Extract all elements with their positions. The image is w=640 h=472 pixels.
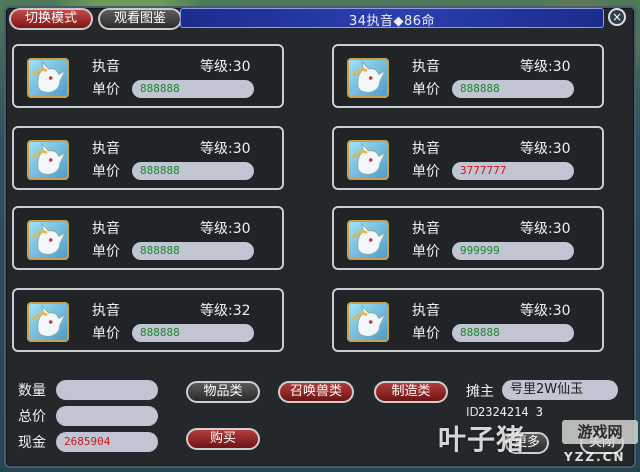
pet-slot[interactable]: 执音 等级:30 单价 888888 (12, 126, 284, 190)
unit-price-field: 888888 (132, 162, 254, 180)
unit-price-field: 888888 (132, 80, 254, 98)
white-fox-spirit-icon (27, 58, 69, 98)
pet-level: 等级:30 (200, 59, 251, 75)
unit-price-label: 单价 (412, 244, 440, 260)
white-fox-spirit-icon (27, 302, 69, 342)
pet-name: 执音 (412, 59, 440, 75)
tab-items[interactable]: 物品类 (186, 381, 260, 403)
unit-price-label: 单价 (92, 82, 120, 98)
unit-price-field: 888888 (452, 324, 574, 342)
more-button[interactable]: 更多 (505, 432, 549, 454)
switch-mode-button[interactable]: 切换模式 (9, 8, 93, 30)
white-fox-spirit-icon (347, 302, 389, 342)
pet-name: 执音 (412, 221, 440, 237)
pet-level: 等级:32 (200, 303, 251, 319)
view-gallery-button[interactable]: 观看图鉴 (98, 8, 182, 30)
white-fox-spirit-icon (27, 140, 69, 180)
unit-price-field: 3777777 (452, 162, 574, 180)
close-shop-button[interactable]: 关闭 (580, 432, 624, 454)
unit-price-label: 单价 (412, 326, 440, 342)
white-fox-spirit-icon (347, 140, 389, 180)
unit-price-field: 999999 (452, 242, 574, 260)
pet-slot[interactable]: 执音 等级:32 单价 888888 (12, 288, 284, 352)
unit-price-label: 单价 (92, 164, 120, 180)
tab-summon-beasts[interactable]: 召唤兽类 (278, 381, 354, 403)
cash-field: 2685904 (56, 432, 158, 452)
pet-name: 执音 (412, 303, 440, 319)
total-price-field (56, 406, 158, 426)
pet-slot[interactable]: 执音 等级:30 单价 888888 (332, 44, 604, 108)
pet-level: 等级:30 (200, 141, 251, 157)
unit-price-label: 单价 (92, 326, 120, 342)
unit-price-label: 单价 (412, 82, 440, 98)
pet-name: 执音 (412, 141, 440, 157)
unit-price-label: 单价 (92, 244, 120, 260)
pet-level: 等级:30 (520, 221, 571, 237)
white-fox-spirit-icon (27, 220, 69, 260)
pet-name: 执音 (92, 303, 120, 319)
quantity-label: 数量 (18, 383, 46, 399)
unit-price-field: 888888 (132, 324, 254, 342)
unit-price-field: 888888 (132, 242, 254, 260)
pet-level: 等级:30 (520, 303, 571, 319)
pet-name: 执音 (92, 59, 120, 75)
close-icon[interactable]: × (608, 8, 626, 26)
total-price-label: 总价 (18, 409, 46, 425)
tab-crafting[interactable]: 制造类 (374, 381, 448, 403)
cash-label: 现金 (18, 435, 46, 451)
title-bar: 34执音◆86命 (180, 8, 604, 29)
pet-slot[interactable]: 执音 等级:30 单价 3777777 (332, 126, 604, 190)
pet-level: 等级:30 (520, 141, 571, 157)
pet-level: 等级:30 (520, 59, 571, 75)
stall-owner-name: 号里2W仙玉 (502, 380, 618, 400)
pet-slot[interactable]: 执音 等级:30 单价 888888 (12, 206, 284, 270)
white-fox-spirit-icon (347, 220, 389, 260)
pet-level: 等级:30 (200, 221, 251, 237)
unit-price-field: 888888 (452, 80, 574, 98)
page-title: 34执音◆86命 (348, 14, 436, 29)
pet-name: 执音 (92, 141, 120, 157)
quantity-input[interactable] (56, 380, 158, 400)
white-fox-spirit-icon (347, 58, 389, 98)
owner-id-label: ID (466, 405, 479, 419)
owner-id-value: 2324214 3 (478, 405, 544, 419)
unit-price-label: 单价 (412, 164, 440, 180)
pet-slot[interactable]: 执音 等级:30 单价 888888 (332, 288, 604, 352)
stall-owner-label: 摊主 (466, 384, 494, 400)
buy-button[interactable]: 购买 (186, 428, 260, 450)
pet-name: 执音 (92, 221, 120, 237)
pet-slot[interactable]: 执音 等级:30 单价 999999 (332, 206, 604, 270)
pet-slot[interactable]: 执音 等级:30 单价 888888 (12, 44, 284, 108)
